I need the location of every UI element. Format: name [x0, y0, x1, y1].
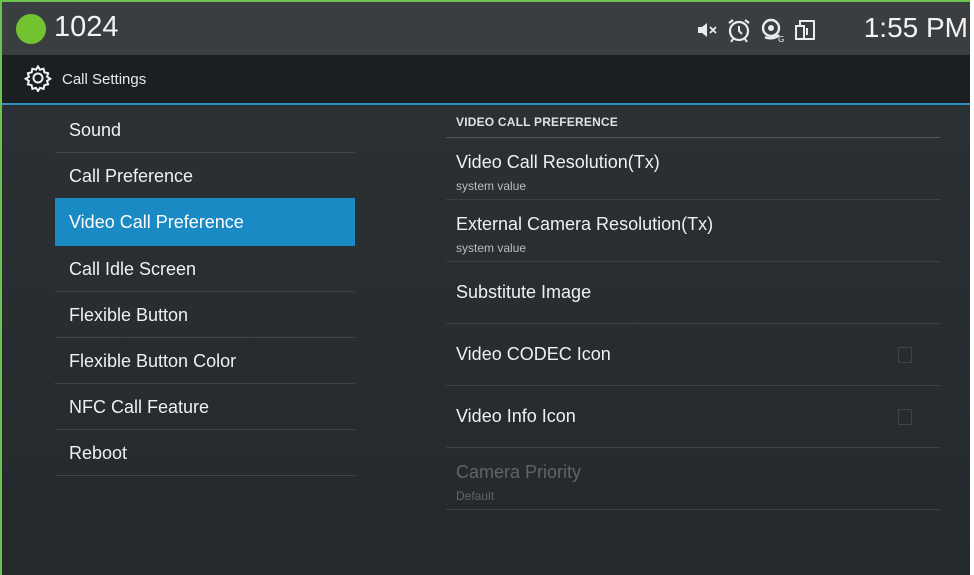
pref-video-call-resolution[interactable]: Video Call Resolution(Tx) system value [446, 138, 940, 200]
presence-status-icon [16, 14, 46, 44]
menu-item-video-call-preference[interactable]: Video Call Preference [55, 198, 355, 246]
pref-title: Camera Priority [456, 462, 582, 482]
settings-content: Sound Call Preference Video Call Prefere… [2, 105, 970, 575]
pref-title: Video Call Resolution(Tx) [456, 152, 660, 172]
device-screen: 1024 G 1:55 PM Call Settings Sound Call … [0, 0, 970, 575]
menu-item-nfc-call-feature[interactable]: NFC Call Feature [55, 384, 355, 430]
pref-summary: Default [456, 489, 495, 503]
video-info-icon-checkbox[interactable] [898, 409, 912, 425]
settings-menu: Sound Call Preference Video Call Prefere… [55, 107, 355, 476]
pref-external-camera-resolution[interactable]: External Camera Resolution(Tx) system va… [446, 200, 940, 262]
sim-icon [794, 18, 818, 42]
menu-item-call-preference[interactable]: Call Preference [55, 153, 355, 199]
menu-item-flexible-button[interactable]: Flexible Button [55, 292, 355, 338]
speaker-mute-icon [696, 20, 718, 40]
pref-title: Video CODEC Icon [456, 344, 611, 364]
video-codec-icon-checkbox[interactable] [898, 347, 912, 363]
pref-summary: system value [456, 179, 527, 193]
pref-video-info-icon[interactable]: Video Info Icon [446, 386, 940, 448]
pref-title: Video Info Icon [456, 406, 576, 426]
pref-summary: system value [456, 241, 527, 255]
menu-item-flexible-button-color[interactable]: Flexible Button Color [55, 338, 355, 384]
pref-title: External Camera Resolution(Tx) [456, 214, 714, 234]
pref-video-codec-icon[interactable]: Video CODEC Icon [446, 324, 940, 386]
page-title: Call Settings [62, 71, 147, 88]
status-icons: G [696, 16, 818, 44]
preference-pane: VIDEO CALL PREFERENCE Video Call Resolut… [446, 107, 940, 510]
pref-camera-priority: Camera Priority Default [446, 448, 940, 510]
clock: 1:55 PM [863, 12, 968, 43]
section-header: VIDEO CALL PREFERENCE [446, 107, 940, 138]
pref-substitute-image[interactable]: Substitute Image [446, 262, 940, 324]
gear-icon[interactable] [23, 64, 53, 97]
menu-item-reboot[interactable]: Reboot [55, 430, 355, 476]
action-bar: Call Settings [2, 55, 970, 105]
status-bar: 1024 G 1:55 PM [2, 2, 970, 55]
alarm-icon [726, 17, 752, 43]
menu-item-sound[interactable]: Sound [55, 107, 355, 153]
svg-text:G: G [778, 35, 784, 43]
menu-item-call-idle-screen[interactable]: Call Idle Screen [55, 246, 355, 292]
pref-title: Substitute Image [456, 282, 592, 302]
sync-icon: G [760, 17, 786, 43]
extension-number: 1024 [54, 11, 119, 43]
